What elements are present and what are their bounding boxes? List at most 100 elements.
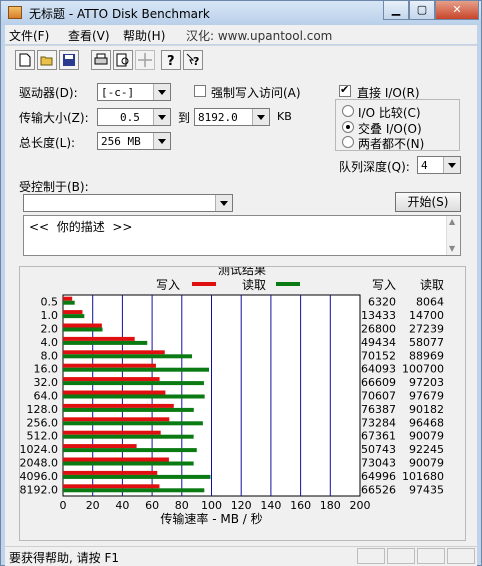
app-icon [8, 6, 22, 19]
write-value: 49434 [361, 336, 396, 349]
toolbar: ? ? [5, 45, 477, 74]
menu-view[interactable]: 查看(V) [68, 27, 110, 44]
y-tick-label: 8.0 [41, 349, 59, 362]
write-bar [63, 470, 158, 475]
write-value: 6320 [368, 296, 396, 309]
write-bar [63, 484, 160, 489]
read-bar [63, 340, 148, 345]
main-panel: 驱动器(D): [-c-] 强制写入访问(A) 传输大小(Z): 0.5 到 8… [5, 74, 477, 546]
force-write-checkbox[interactable] [194, 85, 206, 97]
print-preview-button[interactable] [113, 50, 133, 70]
x-tick-label: 100 [201, 499, 222, 512]
io-compare-label: I/O 比较(C) [358, 106, 421, 120]
write-column-header: 写入 [372, 278, 396, 292]
read-bar [63, 488, 205, 493]
new-button[interactable] [15, 50, 35, 70]
read-bar [63, 327, 103, 332]
read-legend-swatch [276, 282, 300, 286]
move-arrows-icon [138, 53, 152, 67]
y-tick-label: 0.5 [41, 296, 59, 309]
write-value: 66526 [361, 483, 396, 496]
svg-text:?: ? [167, 54, 175, 67]
new-file-icon [19, 53, 31, 67]
read-bar [63, 461, 194, 466]
chevron-down-icon [153, 109, 170, 125]
write-value: 76387 [361, 403, 396, 416]
write-bar [63, 417, 170, 422]
transfer-from-select[interactable]: 0.5 [97, 108, 171, 126]
read-bar [63, 354, 193, 359]
neither-radio[interactable] [342, 136, 354, 148]
write-bar [63, 403, 174, 408]
status-cell [387, 548, 415, 564]
status-cell [357, 548, 385, 564]
status-text: 要获得帮助, 请按 F1 [9, 551, 119, 565]
menu-help[interactable]: 帮助(H) [123, 27, 165, 44]
open-folder-icon [40, 56, 53, 66]
description-textarea[interactable]: << 你的描述 >> ▲ ▼ [23, 215, 461, 256]
about-button[interactable]: ? [161, 50, 181, 70]
read-value: 101680 [402, 470, 444, 483]
write-bar [63, 363, 156, 368]
write-bar [63, 336, 135, 341]
print-preview-icon [116, 53, 129, 67]
total-length-select[interactable]: 256 MB [97, 132, 171, 150]
open-button[interactable] [37, 50, 57, 70]
read-value: 58077 [409, 336, 444, 349]
y-tick-label: 64.0 [34, 390, 59, 403]
controlled-by-label: 受控制于(B): [19, 180, 89, 194]
controlled-by-select[interactable] [23, 194, 233, 212]
close-button[interactable]: ✕ [435, 1, 479, 20]
menu-file[interactable]: 文件(F) [9, 27, 49, 44]
chevron-down-icon [153, 133, 170, 149]
y-tick-label: 2048.0 [20, 457, 58, 470]
x-tick-label: 120 [231, 499, 252, 512]
save-disk-icon [63, 54, 75, 66]
context-help-button[interactable]: ? [183, 50, 203, 70]
read-value: 97679 [409, 390, 444, 403]
y-tick-label: 256.0 [27, 416, 59, 429]
start-button[interactable]: 开始(S) [395, 192, 461, 212]
read-value: 90182 [409, 403, 444, 416]
save-button[interactable] [59, 50, 79, 70]
x-tick-label: 80 [175, 499, 189, 512]
overlapped-io-radio[interactable] [342, 121, 354, 133]
read-value: 88969 [409, 349, 444, 362]
minimize-button[interactable]: ▁ [383, 1, 409, 20]
drive-select[interactable]: [-c-] [97, 83, 171, 101]
results-title: 测试结果 [218, 267, 266, 277]
read-bar [63, 434, 194, 439]
y-tick-label: 1024.0 [20, 443, 58, 456]
read-value: 97435 [409, 483, 444, 496]
read-bar [63, 407, 194, 412]
read-bar [63, 448, 197, 453]
transfer-to-select[interactable]: 8192.0 [194, 108, 270, 126]
status-cell [447, 548, 475, 564]
y-tick-label: 512.0 [27, 430, 59, 443]
direct-io-checkbox[interactable] [339, 83, 351, 97]
write-bar [63, 430, 161, 435]
read-value: 90079 [409, 430, 444, 443]
chevron-down-icon [153, 84, 170, 100]
force-write-label: 强制写入访问(A) [211, 86, 301, 100]
chevron-down-icon [443, 157, 460, 173]
x-tick-label: 0 [60, 499, 67, 512]
y-tick-label: 4.0 [41, 336, 59, 349]
print-button[interactable] [91, 50, 111, 70]
description-scrollbar[interactable]: ▲ ▼ [446, 216, 460, 255]
queue-depth-label: 队列深度(Q): [339, 160, 410, 174]
x-tick-label: 40 [115, 499, 129, 512]
queue-depth-select[interactable]: 4 [417, 156, 461, 174]
scroll-down-icon: ▼ [449, 244, 456, 253]
y-tick-label: 128.0 [27, 403, 59, 416]
write-value: 66609 [361, 376, 396, 389]
move-button[interactable] [135, 50, 155, 70]
menu-bar: 文件(F) 查看(V) 帮助(H) 汉化: www.upantool.com [5, 25, 477, 44]
write-legend-swatch [192, 282, 216, 286]
write-value: 67361 [361, 430, 396, 443]
io-compare-radio[interactable] [342, 105, 354, 117]
status-bar: 要获得帮助, 请按 F1 [5, 546, 477, 566]
maximize-button[interactable]: ▢ [409, 1, 435, 20]
read-legend-label: 读取 [242, 278, 266, 292]
title-bar[interactable]: 无标题 - ATTO Disk Benchmark ▁ ▢ ✕ [1, 1, 481, 25]
